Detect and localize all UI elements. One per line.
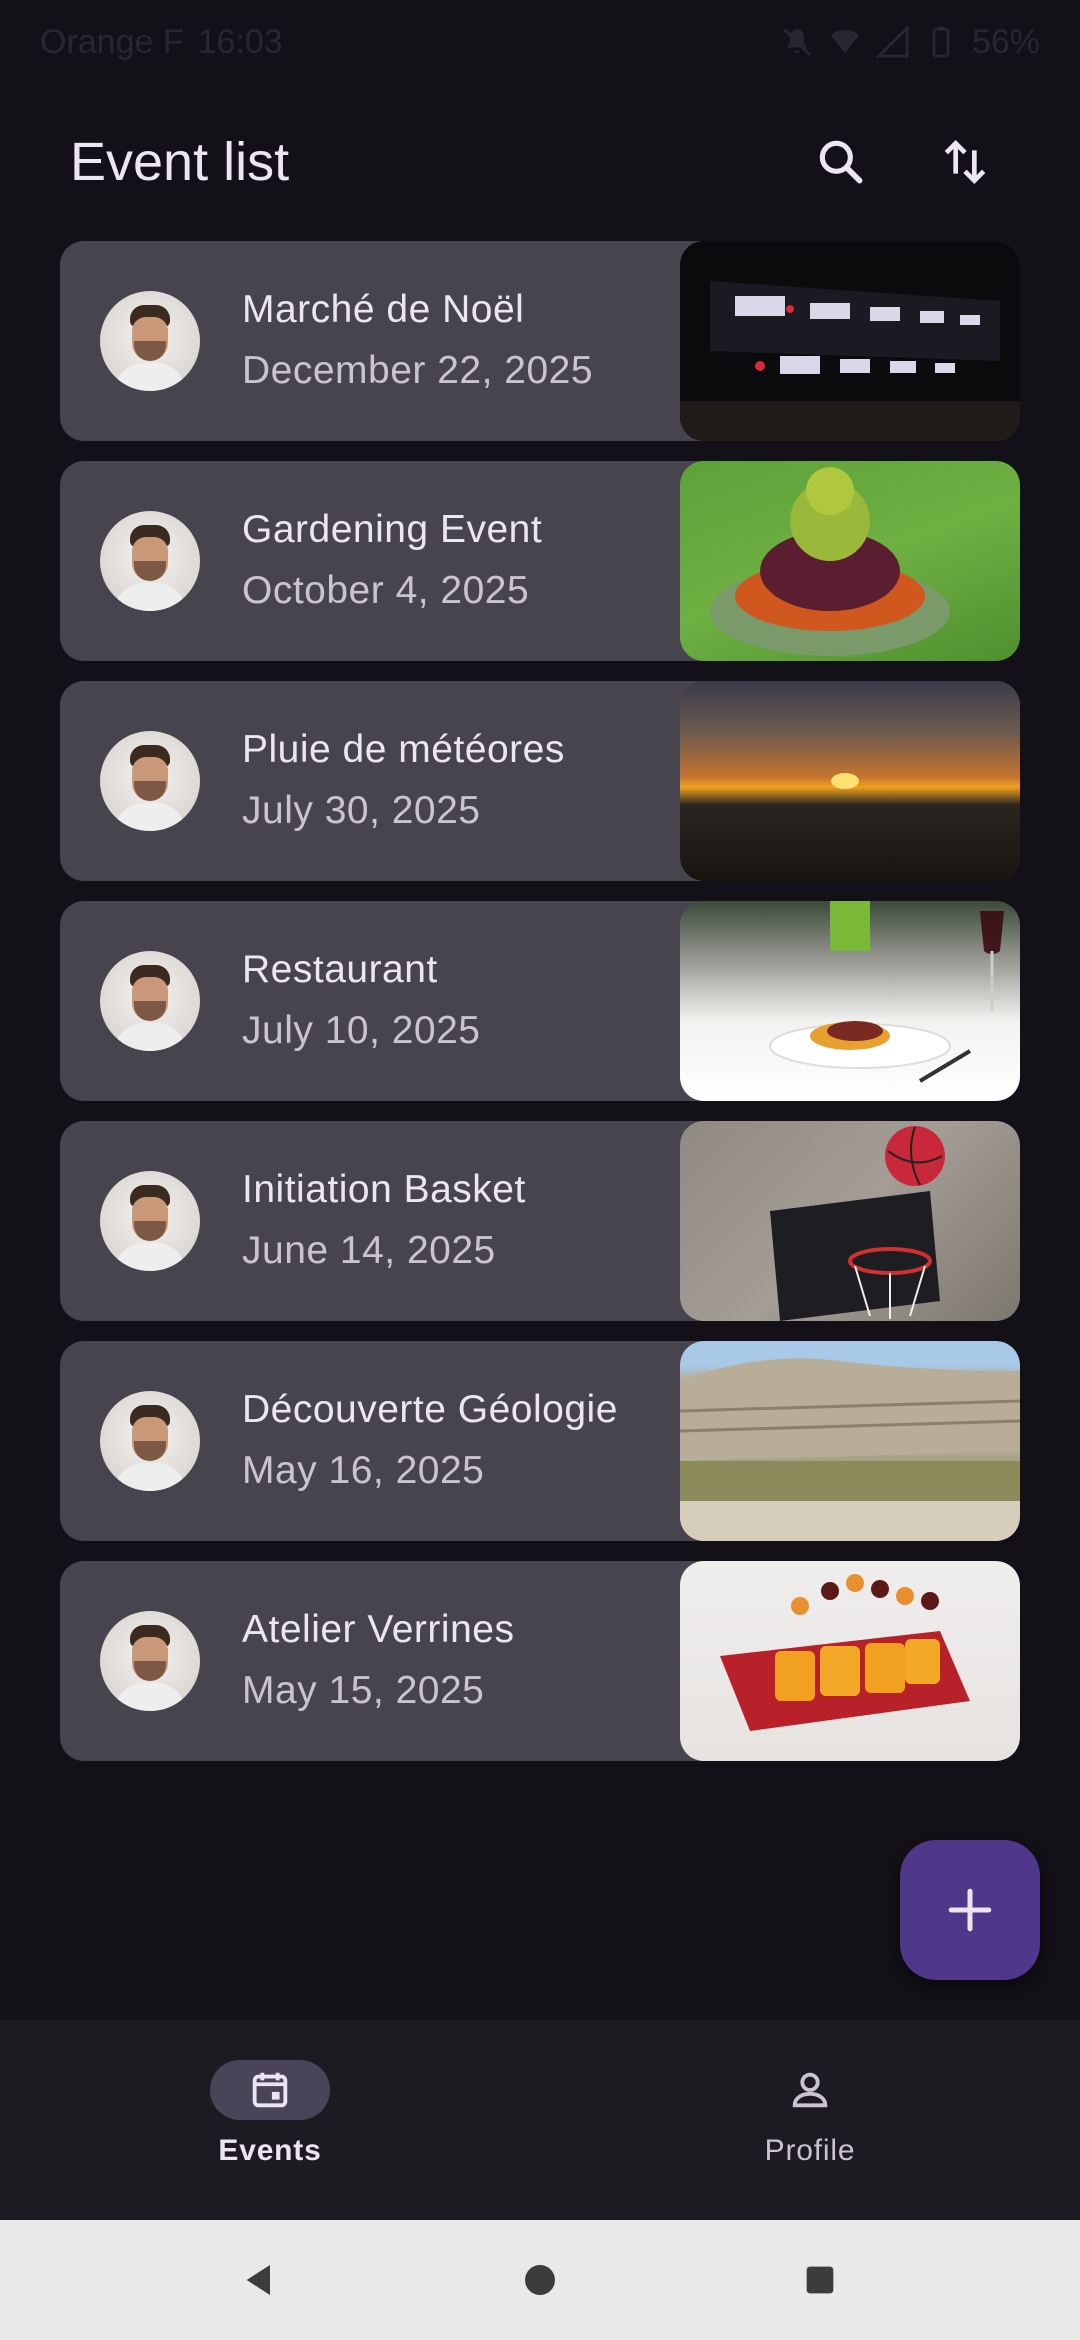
event-card[interactable]: Initiation Basket June 14, 2025 xyxy=(60,1121,1020,1321)
nav-item-events[interactable]: Events xyxy=(0,2020,540,2220)
nav-label-profile: Profile xyxy=(764,2134,856,2167)
avatar xyxy=(100,731,200,831)
nav-indicator xyxy=(210,2060,330,2120)
event-image-geology-cliff xyxy=(680,1341,1020,1541)
avatar xyxy=(100,1171,200,1271)
avatar xyxy=(100,1611,200,1711)
home-button[interactable] xyxy=(510,2250,570,2310)
event-card[interactable]: Découverte Géologie May 16, 2025 xyxy=(60,1341,1020,1541)
event-image-restaurant-dish xyxy=(680,901,1020,1101)
battery-percent: 56% xyxy=(971,22,1040,61)
screen: Orange F 16:03 56% Event list Marché de … xyxy=(0,0,1080,2340)
clock: 16:03 xyxy=(197,22,283,61)
add-event-button[interactable] xyxy=(900,1840,1040,1980)
event-card[interactable]: Gardening Event October 4, 2025 xyxy=(60,461,1020,661)
event-image-verrines xyxy=(680,1561,1020,1761)
status-left: Orange F 16:03 xyxy=(40,23,283,62)
nav-label-events: Events xyxy=(218,2134,322,2167)
search-button[interactable] xyxy=(796,117,886,207)
event-card[interactable]: Restaurant July 10, 2025 xyxy=(60,901,1020,1101)
event-list: Marché de Noël December 22, 2025 Gardeni… xyxy=(60,241,1020,1781)
status-bar: Orange F 16:03 56% xyxy=(0,0,1080,84)
home-circle-icon xyxy=(525,2265,555,2295)
event-image-christmas-market xyxy=(680,241,1020,441)
swap-vert-icon xyxy=(944,140,986,184)
back-button[interactable] xyxy=(230,2250,290,2310)
event-image-flower-bed xyxy=(680,461,1020,661)
nav-indicator xyxy=(750,2060,870,2120)
person-icon xyxy=(792,2072,828,2108)
calendar-icon xyxy=(252,2072,288,2108)
signal-icon xyxy=(875,25,909,58)
bottom-navigation: Events Profile xyxy=(0,2020,1080,2220)
avatar xyxy=(100,511,200,611)
wifi-icon xyxy=(830,29,860,54)
avatar xyxy=(100,951,200,1051)
status-right: 56% xyxy=(780,23,1040,62)
system-navigation-bar xyxy=(0,2220,1080,2340)
event-card[interactable]: Atelier Verrines May 15, 2025 xyxy=(60,1561,1020,1761)
page-title: Event list xyxy=(70,132,290,192)
avatar xyxy=(100,1391,200,1491)
event-image-basketball xyxy=(680,1121,1020,1321)
recents-square-icon xyxy=(806,2266,834,2294)
sort-button[interactable] xyxy=(920,117,1010,207)
add-icon xyxy=(948,1888,992,1932)
back-triangle-icon xyxy=(246,2265,270,2295)
top-app-bar: Event list xyxy=(0,100,1080,224)
carrier-label: Orange F xyxy=(40,22,184,61)
battery-icon xyxy=(932,26,950,58)
nav-item-profile[interactable]: Profile xyxy=(540,2020,1080,2220)
event-card[interactable]: Marché de Noël December 22, 2025 xyxy=(60,241,1020,441)
avatar xyxy=(100,291,200,391)
event-card[interactable]: Pluie de météores July 30, 2025 xyxy=(60,681,1020,881)
do-not-disturb-icon xyxy=(783,28,811,56)
event-image-sunset xyxy=(680,681,1020,881)
recents-button[interactable] xyxy=(790,2250,850,2310)
search-icon xyxy=(819,140,863,184)
